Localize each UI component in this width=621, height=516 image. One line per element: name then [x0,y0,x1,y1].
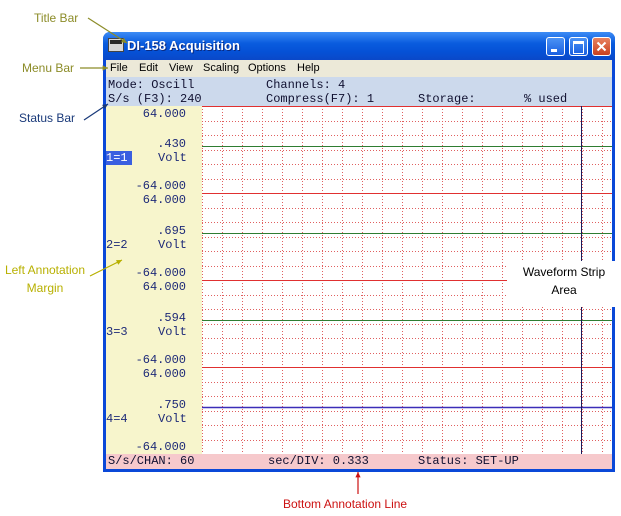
callout-waveform-line1: Waveform Strip [522,265,606,279]
status-channels: Channels: 4 [266,78,346,92]
minimize-button[interactable] [546,37,565,56]
ch1-top-scale: 64.000 [142,107,186,121]
menu-help[interactable]: Help [297,62,320,74]
status-storage: Storage: [418,92,476,106]
ch1-label[interactable]: 1=1 [106,151,132,165]
ch3-bottom-scale: -64.000 [135,353,186,367]
menu-view[interactable]: View [169,62,193,74]
callout-left-margin-1: Left Annotation [4,263,86,277]
bottom-sample-rate: S/s/CHAN: 60 [108,454,195,468]
maximize-button[interactable] [569,37,588,56]
close-button[interactable] [592,37,611,56]
ch1-value: .430 [157,137,186,151]
close-icon [596,41,607,52]
status-used: % used [524,92,568,106]
menu-options[interactable]: Options [248,62,286,74]
ch3-unit: Volt [158,325,187,339]
callout-waveform-line2: Area [551,283,577,297]
ch4-label[interactable]: 4=4 [106,412,128,426]
status-sample-rate: S/s (F3): 240 [108,92,202,106]
ch3-label[interactable]: 3=3 [106,325,128,339]
window-title: DI-158 Acquisition [127,38,240,53]
arrow-bottom-line-head [355,472,361,478]
callout-left-margin-2: Margin [26,281,64,295]
ch2-unit: Volt [158,238,187,252]
app-icon[interactable] [108,38,124,52]
ch2-value: .695 [157,224,186,238]
callout-menu-bar: Menu Bar [22,61,75,75]
ch3-value: .594 [157,311,186,325]
menu-bar: File Edit View Scaling Options Help [106,60,612,77]
bottom-sec-div: sec/DIV: 0.333 [268,454,369,468]
bottom-annotation-line: S/s/CHAN: 60 sec/DIV: 0.333 Status: SET-… [106,454,612,469]
menu-edit[interactable]: Edit [139,62,158,74]
menu-file[interactable]: File [110,62,128,74]
ch2-bottom-scale: -64.000 [135,266,186,280]
maximize-icon [573,41,584,54]
ch4-bottom-scale: -64.000 [135,440,186,454]
status-bar: Mode: Oscill Channels: 4 S/s (F3): 240 C… [106,77,612,106]
ch2-top-scale: 64.000 [142,193,186,207]
ch4-unit: Volt [158,412,187,426]
menu-scaling[interactable]: Scaling [203,62,239,74]
ch2-label[interactable]: 2=2 [106,238,128,252]
status-compress: Compress(F7): 1 [266,92,375,106]
callout-status-bar: Status Bar [19,111,76,125]
status-mode: Mode: Oscill [108,78,195,92]
callout-waveform-area: Waveform Strip Area [507,261,621,307]
app-window: DI-158 Acquisition File Edit View Scalin… [103,32,615,472]
ch1-unit: Volt [158,151,187,165]
callout-bottom-line: Bottom Annotation Line [283,497,408,511]
minimize-icon [551,49,557,52]
ch4-top-scale: 64.000 [142,367,186,381]
ch1-bottom-scale: -64.000 [135,179,186,193]
title-bar[interactable]: DI-158 Acquisition [103,32,615,60]
ch3-top-scale: 64.000 [142,280,186,294]
ch4-value: .750 [157,398,186,412]
bottom-status: Status: SET-UP [418,454,519,468]
left-annotation-margin: 64.000 .430 1=1 Volt -64.000 64.000 .695… [106,106,202,454]
callout-title-bar: Title Bar [34,11,79,25]
